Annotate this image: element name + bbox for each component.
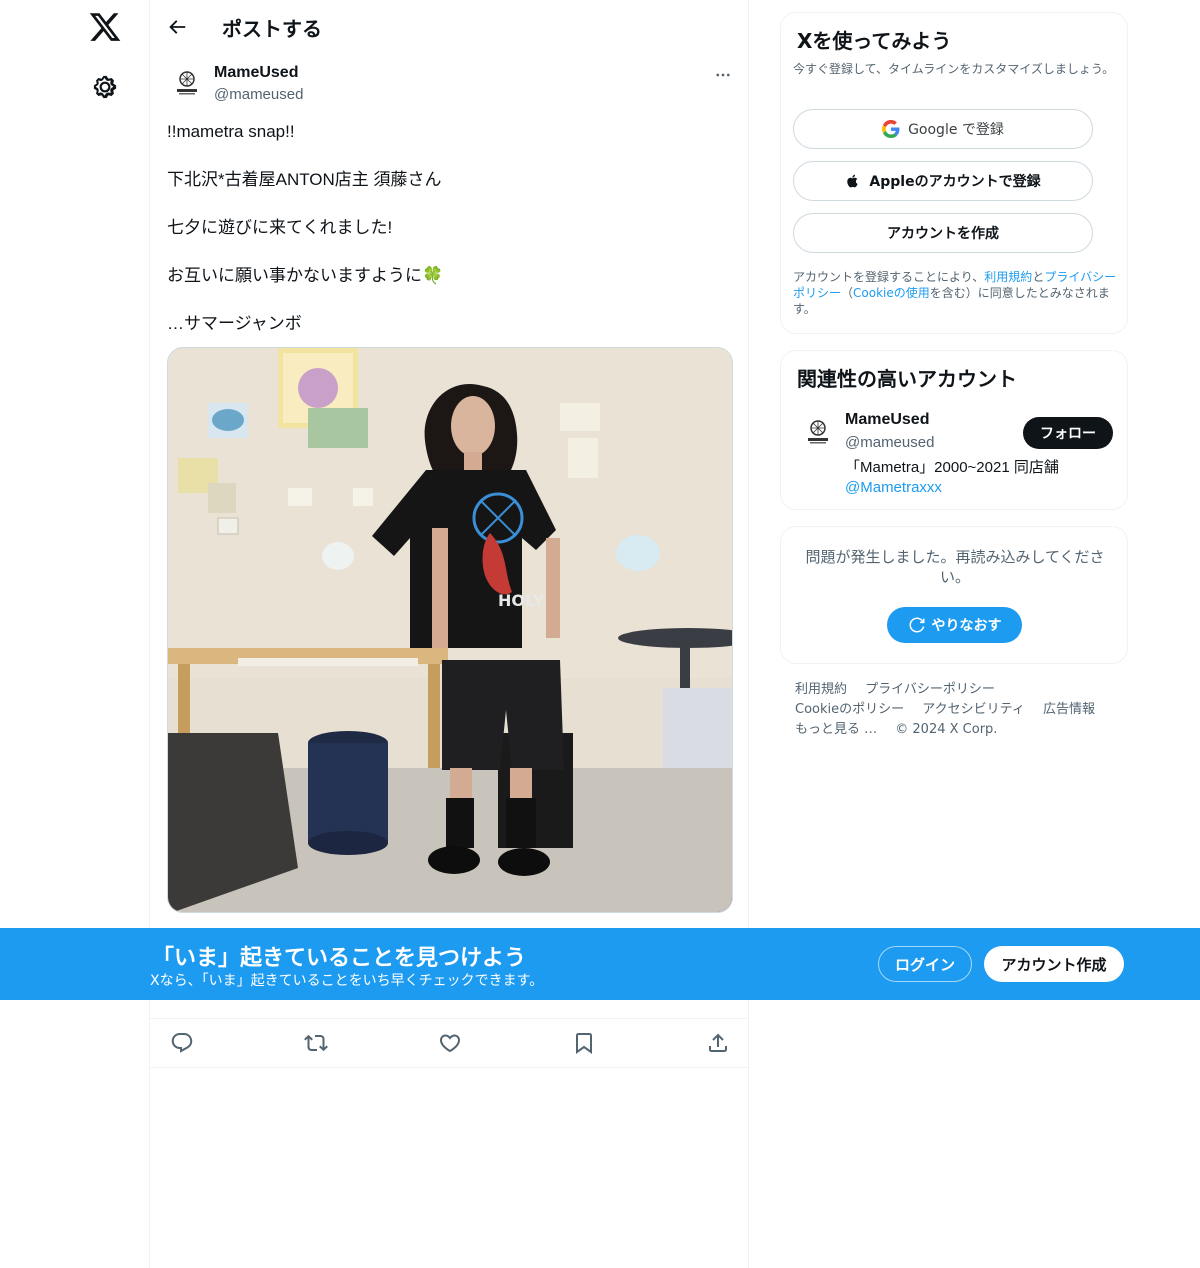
create-account-label: アカウントを作成 bbox=[887, 226, 999, 242]
cookie-link[interactable]: Cookieの使用 bbox=[853, 286, 930, 300]
create-account-button[interactable]: アカウントを作成 bbox=[793, 213, 1093, 253]
post-photo[interactable]: HOLY bbox=[167, 347, 733, 913]
signup-title: Xを使ってみよう bbox=[797, 29, 952, 53]
related-bio-link[interactable]: @Mametraxxx bbox=[845, 479, 942, 496]
related-bio: 「Mametra」2000~2021 同店舗 bbox=[845, 459, 1059, 476]
more-dots-icon[interactable] bbox=[712, 66, 734, 84]
terms-link[interactable]: 利用規約 bbox=[984, 270, 1032, 284]
footer-more-link[interactable]: もっと見る … bbox=[795, 722, 877, 737]
refresh-icon bbox=[909, 617, 924, 633]
bookmark-icon[interactable] bbox=[572, 1031, 596, 1055]
related-handle[interactable]: @mameused bbox=[845, 434, 934, 451]
post-actions-bar bbox=[150, 1018, 748, 1068]
gear-icon[interactable] bbox=[92, 74, 118, 100]
apple-icon bbox=[847, 174, 859, 188]
post-text: !!mametra snap!! 下北沢*古着屋ANTON店主 須藤さん 七夕に… bbox=[167, 120, 727, 360]
retry-label: やりなおす bbox=[931, 618, 1002, 634]
share-icon[interactable] bbox=[706, 1031, 730, 1055]
author-handle[interactable]: @mameused bbox=[214, 86, 303, 103]
terms-text: （ bbox=[841, 286, 854, 300]
footer-link[interactable]: Cookieのポリシー bbox=[795, 702, 904, 717]
back-arrow-icon[interactable] bbox=[166, 16, 188, 38]
footer-link[interactable]: 利用規約 bbox=[795, 682, 847, 697]
copyright: © 2024 X Corp. bbox=[895, 722, 998, 737]
footer-link[interactable]: 広告情報 bbox=[1043, 702, 1095, 717]
post-line: !!mametra snap!! bbox=[167, 122, 295, 141]
reply-icon[interactable] bbox=[170, 1031, 194, 1055]
error-card: 問題が発生しました。再読み込みしてください。 やりなおす bbox=[780, 526, 1128, 664]
error-message: 問題が発生しました。再読み込みしてください。 bbox=[805, 548, 1105, 586]
banner-title: 「いま」起きていることを見つけよう bbox=[152, 946, 527, 971]
related-avatar[interactable] bbox=[801, 415, 835, 449]
page-header: ポストする bbox=[150, 0, 748, 54]
login-banner: 「いま」起きていることを見つけよう Xなら、「いま」起きていることをいち早くチェ… bbox=[0, 928, 1200, 1000]
post-line: お互いに願い事かないますように🍀 bbox=[167, 266, 444, 285]
signup-card: Xを使ってみよう 今すぐ登録して、タイムラインをカスタマイズしましょう。 Goo… bbox=[780, 12, 1128, 334]
footer-links: 利用規約 プライバシーポリシー Cookieのポリシー アクセシビリティ 広告情… bbox=[795, 680, 1125, 740]
related-title: 関連性の高いアカウント bbox=[797, 367, 1017, 391]
x-logo-icon[interactable] bbox=[88, 10, 122, 44]
retry-button[interactable]: やりなおす bbox=[887, 607, 1022, 643]
post-line: …サマージャンボ bbox=[167, 314, 302, 333]
related-accounts-card: 関連性の高いアカウント MameUsed @mameused フォロー 「Mam… bbox=[780, 350, 1128, 510]
main-column: ポストする MameUsed @mameused !!mametra snap!… bbox=[149, 0, 749, 1268]
footer-link[interactable]: プライバシーポリシー bbox=[865, 682, 995, 697]
footer-link[interactable]: アクセシビリティ bbox=[922, 702, 1025, 717]
post-line: 下北沢*古着屋ANTON店主 須藤さん bbox=[167, 170, 442, 189]
page-title: ポストする bbox=[222, 17, 322, 41]
shirt-print: HOLY bbox=[498, 591, 545, 610]
author-name[interactable]: MameUsed bbox=[214, 64, 298, 82]
post-line: 七夕に遊びに来てくれました! bbox=[167, 218, 393, 237]
left-navigation bbox=[0, 0, 150, 1268]
follow-button[interactable]: フォロー bbox=[1023, 417, 1113, 449]
related-name[interactable]: MameUsed bbox=[845, 411, 929, 429]
photo-illustration: HOLY bbox=[168, 348, 732, 912]
repost-icon[interactable] bbox=[304, 1031, 328, 1055]
banner-subtitle: Xなら、「いま」起きていることをいち早くチェックできます。 bbox=[150, 973, 544, 989]
apple-signup-button[interactable]: Appleのアカウントで登録 bbox=[793, 161, 1093, 201]
terms-notice: アカウントを登録することにより、利用規約とプライバシーポリシー（Cookieの使… bbox=[793, 269, 1119, 317]
apple-signup-label: Appleのアカウントで登録 bbox=[869, 174, 1041, 190]
terms-text: と bbox=[1032, 270, 1045, 284]
signup-subtitle: 今すぐ登録して、タイムラインをカスタマイズしましょう。 bbox=[793, 62, 1115, 76]
author-avatar[interactable] bbox=[170, 66, 204, 100]
google-signup-button[interactable]: Google で登録 bbox=[793, 109, 1093, 149]
login-button[interactable]: ログイン bbox=[878, 946, 972, 982]
google-signup-label: Google で登録 bbox=[908, 122, 1004, 138]
google-icon bbox=[882, 120, 900, 138]
heart-icon[interactable] bbox=[438, 1031, 462, 1055]
terms-text: アカウントを登録することにより、 bbox=[793, 270, 985, 284]
signup-button[interactable]: アカウント作成 bbox=[984, 946, 1124, 982]
